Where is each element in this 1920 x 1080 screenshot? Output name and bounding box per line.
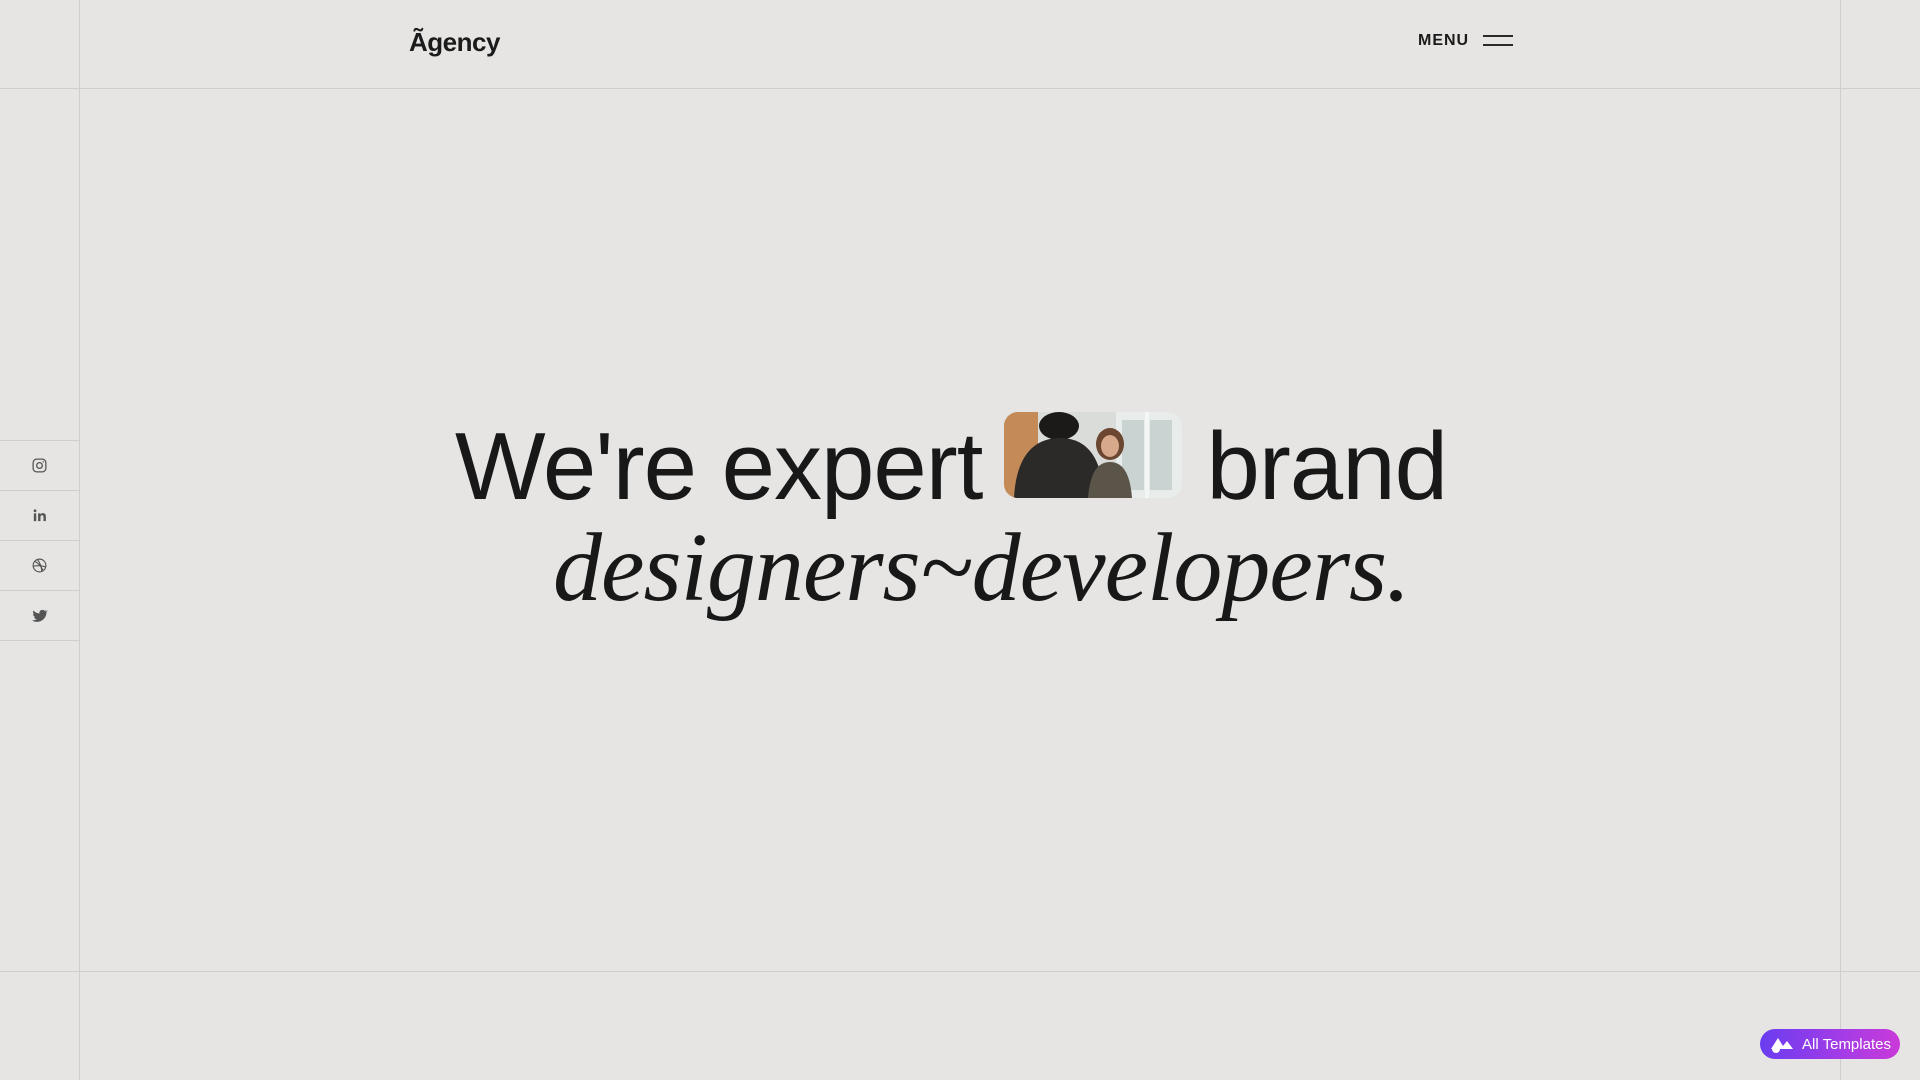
grid-line-right: [1840, 0, 1841, 1080]
menu-button[interactable]: MENU: [1418, 32, 1514, 50]
all-templates-label: All Templates: [1802, 1035, 1891, 1053]
header-divider: [0, 88, 1920, 89]
twitter-icon: [31, 609, 48, 622]
menu-label: MENU: [1418, 32, 1470, 49]
social-link-linkedin[interactable]: [0, 490, 79, 540]
all-templates-badge[interactable]: All Templates: [1760, 1029, 1900, 1059]
logo[interactable]: Ãgency: [409, 27, 500, 58]
hero-text-start: We're expert: [455, 413, 983, 520]
hero-headline-line1: We're expert brand: [455, 412, 1448, 522]
page: Ãgency MENU We're expert brand designers…: [0, 0, 1920, 1080]
linkedin-icon: [33, 509, 46, 522]
dribbble-icon: [32, 558, 47, 573]
hero-text-end: brand: [1206, 413, 1448, 520]
social-link-dribbble[interactable]: [0, 540, 79, 590]
hero-photo: [1004, 412, 1183, 498]
social-links: [0, 440, 79, 641]
social-link-twitter[interactable]: [0, 590, 79, 641]
social-link-instagram[interactable]: [0, 440, 79, 490]
section-divider: [0, 971, 1920, 972]
templates-icon: [1771, 1038, 1794, 1053]
hero-headline-line2: designers~developers.: [553, 514, 1411, 622]
grid-line-left: [79, 0, 80, 1080]
instagram-icon: [32, 458, 47, 473]
hero-photo-illustration: [1004, 412, 1183, 498]
hamburger-icon: [1483, 35, 1514, 47]
